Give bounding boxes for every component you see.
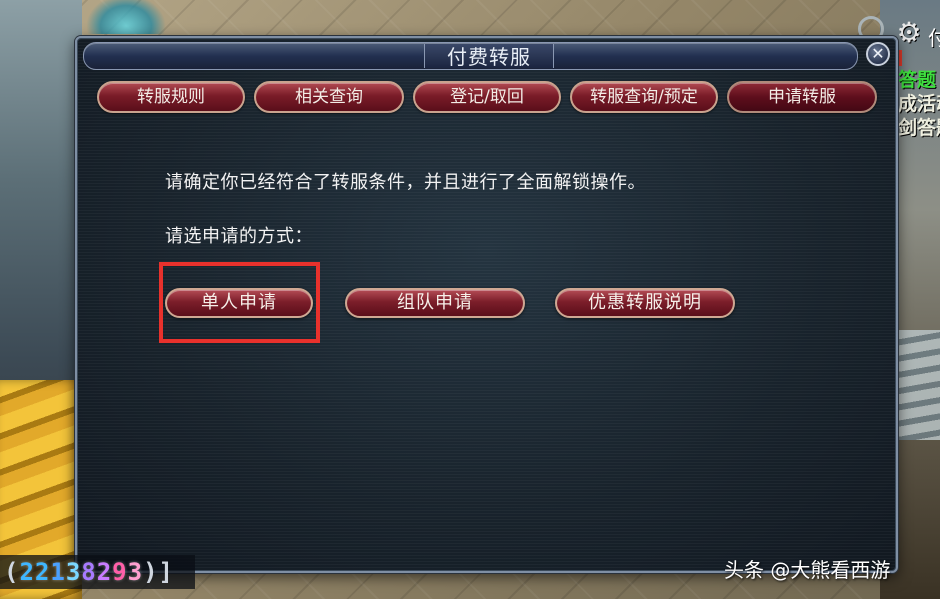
tab-transfer-query-reserve[interactable]: 转服查询/预定 — [570, 81, 718, 113]
confirm-message: 请确定你已经符合了转服条件，并且进行了全面解锁操作。 — [165, 172, 646, 193]
dialog-title: 付费转服 — [447, 45, 531, 69]
close-icon: ✕ — [871, 44, 885, 63]
counter-digit: 3 — [127, 558, 144, 586]
tab-register-retrieve[interactable]: 登记/取回 — [413, 81, 561, 113]
stone-roof-right — [894, 330, 940, 440]
server-transfer-dialog: 付费转服 ✕ 转服规则 相关查询 登记/取回 转服查询/预定 申请转服 请确定你… — [75, 36, 898, 573]
hud-activity-list[interactable]: 答题 成活动 剑答题 — [898, 68, 940, 140]
gear-icon[interactable]: ⚙ — [894, 18, 924, 48]
counter-close-bracket: )] — [143, 558, 174, 586]
hud-partial-label[interactable]: 付 — [928, 22, 940, 51]
counter-open-bracket: ( — [4, 558, 20, 586]
lamp-glow — [86, 0, 166, 34]
tab-transfer-rules[interactable]: 转服规则 — [97, 81, 245, 113]
dialog-titlebar[interactable]: 付费转服 — [83, 42, 858, 70]
counter-digit: 8 — [81, 558, 97, 586]
counter-digit: 3 — [65, 558, 82, 586]
tab-bar: 转服规则 相关查询 登记/取回 转服查询/预定 申请转服 — [97, 81, 877, 115]
counter-digit: 2 — [96, 558, 113, 586]
hud-activity-item[interactable]: 剑答题 — [898, 116, 940, 140]
hud-activity-item[interactable]: 成活动 — [898, 92, 940, 116]
watermark-text: 头条 @大熊看西游 — [724, 558, 891, 582]
title-plate: 付费转服 — [424, 44, 554, 69]
counter-digit: 9 — [112, 558, 128, 586]
counter-digit: 2 — [19, 558, 35, 586]
tab-related-query[interactable]: 相关查询 — [254, 81, 404, 113]
tab-apply-transfer[interactable]: 申请转服 — [727, 81, 877, 113]
choose-method-label: 请选申请的方式： — [165, 226, 313, 247]
counter-digit: 1 — [50, 558, 66, 586]
team-apply-button[interactable]: 组队申请 — [345, 288, 525, 318]
hud-activity-item[interactable]: 答题 — [898, 68, 940, 92]
counter-digit: 2 — [34, 558, 51, 586]
single-apply-button[interactable]: 单人申请 — [165, 288, 313, 318]
discount-transfer-info-button[interactable]: 优惠转服说明 — [555, 288, 735, 318]
player-id-counter: (22138293)] — [0, 555, 195, 589]
close-button[interactable]: ✕ — [866, 42, 890, 66]
